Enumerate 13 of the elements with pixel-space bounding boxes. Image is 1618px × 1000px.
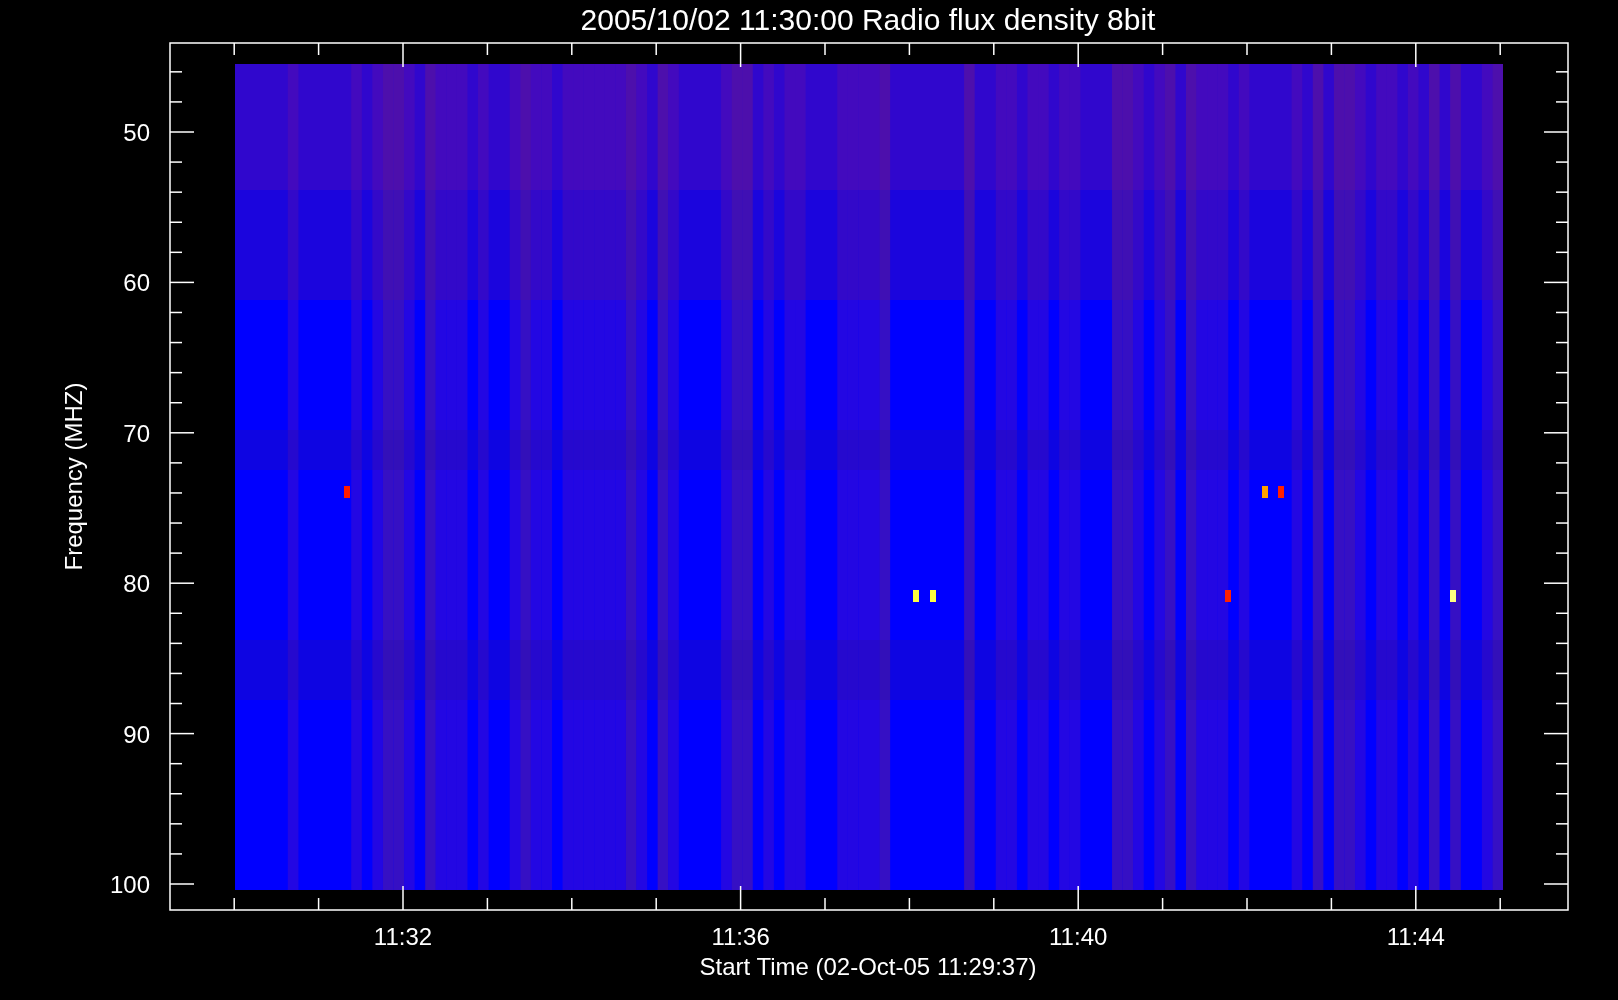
x-tick-label: 11:36 [711, 923, 770, 950]
y-tick-label: 70 [123, 419, 150, 447]
y-tick-label: 60 [123, 269, 150, 297]
plot-title: 2005/10/02 11:30:00 Radio flux density 8bit [580, 3, 1156, 36]
y-tick-label: 80 [123, 570, 150, 598]
y-axis-label: Frequency (MHZ) [60, 382, 87, 571]
y-tick-label: 90 [123, 720, 150, 748]
y-tick-label: 100 [109, 871, 150, 898]
x-tick-label: 11:44 [1386, 923, 1445, 950]
y-tick-label: 50 [123, 119, 150, 146]
x-tick-label: 11:32 [373, 923, 433, 950]
x-axis-label: Start Time (02-Oct-05 11:29:37) [699, 953, 1037, 980]
x-tick-label: 11:40 [1049, 923, 1108, 950]
